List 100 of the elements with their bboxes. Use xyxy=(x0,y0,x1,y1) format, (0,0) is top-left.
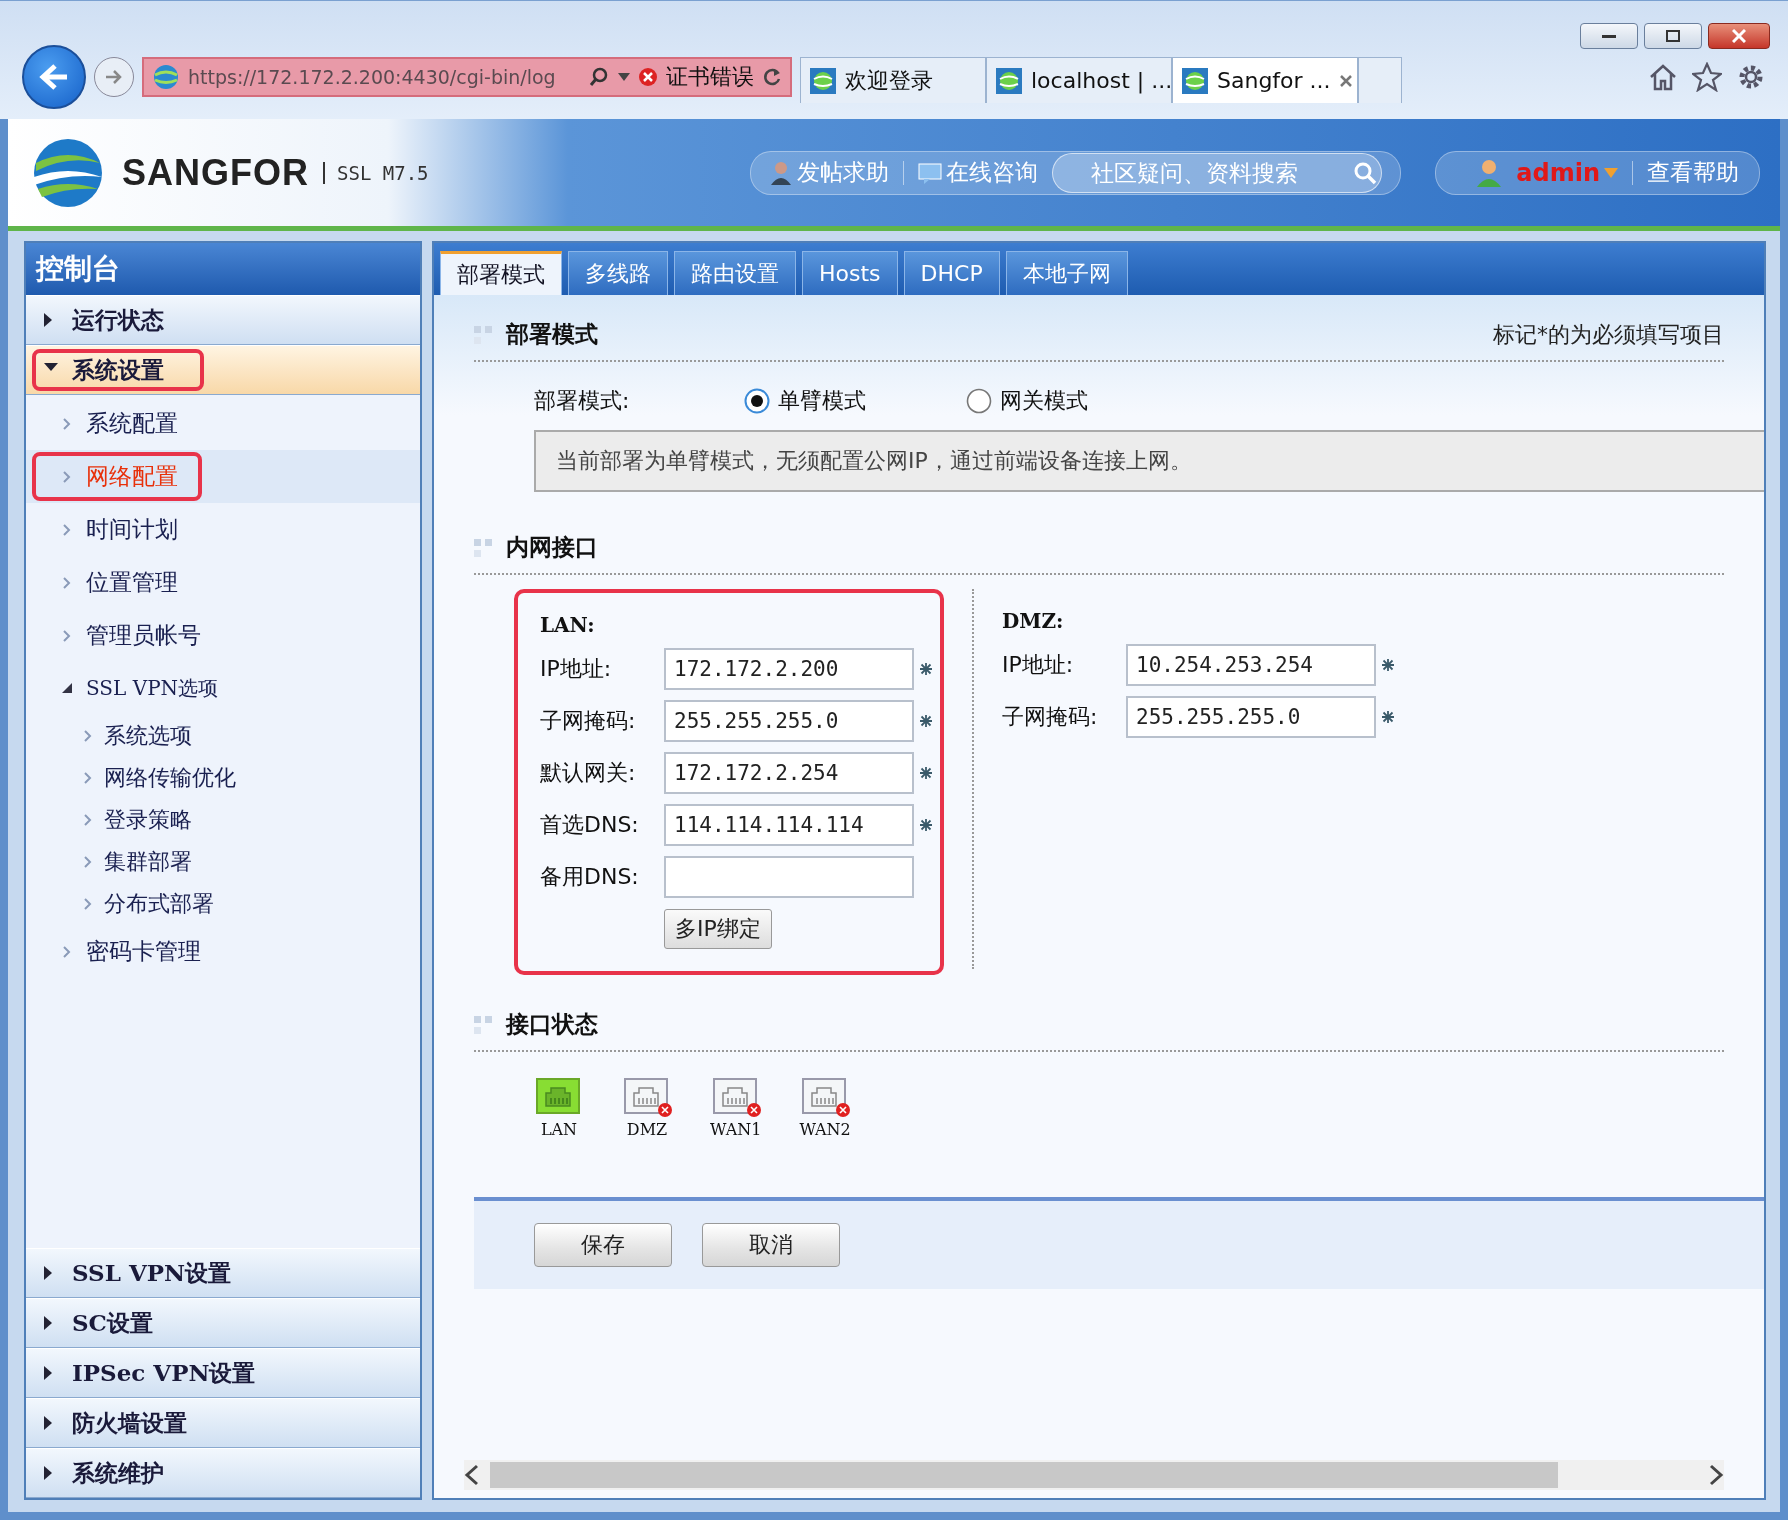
field-label: 默认网关: xyxy=(540,759,637,787)
sidebar-subitem[interactable]: 登录策略 xyxy=(26,799,420,841)
sidebar-subitem[interactable]: 系统选项 xyxy=(26,715,420,757)
chevron-right-icon[interactable] xyxy=(1708,1464,1724,1486)
input-field[interactable]: 255.255.255.0 xyxy=(1126,696,1376,738)
field-label: IP地址: xyxy=(1002,651,1075,679)
address-bar[interactable]: https://172.172.2.200:4430/cgi-bin/log 证书错误 xyxy=(142,57,792,97)
chevron-left-icon[interactable] xyxy=(464,1464,480,1486)
sidebar-title: 控制台 xyxy=(26,243,420,295)
browser-tab[interactable]: 欢迎登录 xyxy=(800,57,986,103)
forward-button[interactable] xyxy=(94,57,134,97)
certificate-error-link[interactable]: 证书错误 xyxy=(666,62,754,92)
sidebar-group[interactable]: SSL VPN设置 xyxy=(26,1248,420,1298)
sidebar-group[interactable]: 系统设置 xyxy=(26,345,420,395)
chevron-right-icon xyxy=(62,523,72,536)
chevron-right-icon xyxy=(84,898,92,910)
chevron-right-icon xyxy=(84,814,92,826)
sidebar-item[interactable]: 时间计划 xyxy=(26,505,420,554)
tab[interactable]: DHCP xyxy=(903,251,1000,295)
brand-name: SANGFOR xyxy=(122,151,309,194)
horizontal-scrollbar[interactable] xyxy=(464,1460,1724,1490)
close-icon xyxy=(1732,29,1746,43)
info-message: 当前部署为单臂模式，无须配置公网IP，通过前端设备连接上网。 xyxy=(534,430,1764,492)
chevron-right-icon xyxy=(62,576,72,589)
restore-icon xyxy=(1666,30,1680,42)
globe-icon xyxy=(809,66,837,95)
star-icon[interactable] xyxy=(1692,62,1722,92)
tab[interactable]: 本地子网 xyxy=(1005,251,1128,295)
caret-icon[interactable] xyxy=(618,73,630,81)
home-icon[interactable] xyxy=(1648,62,1678,92)
chevron-right-icon xyxy=(62,470,72,483)
tab[interactable]: Hosts xyxy=(802,251,898,295)
field-label: 备用DNS: xyxy=(540,863,640,891)
radio-unchecked-icon[interactable] xyxy=(966,388,992,414)
sidebar-group[interactable]: SC设置 xyxy=(26,1298,420,1348)
input-field[interactable] xyxy=(664,856,914,898)
port-label: LAN xyxy=(540,1120,578,1139)
multi-ip-binding-button[interactable]: 多IP绑定 xyxy=(664,909,772,949)
sidebar-group[interactable]: 系统维护 xyxy=(26,1448,420,1498)
input-field[interactable]: 114.114.114.114 xyxy=(664,804,914,846)
sidebar-subitem[interactable]: 集群部署 xyxy=(26,841,420,883)
save-button[interactable]: 保存 xyxy=(534,1223,672,1267)
radio-option[interactable]: 网关模式 xyxy=(966,386,1088,416)
cancel-button[interactable]: 取消 xyxy=(702,1223,840,1267)
search-field[interactable]: 社区疑问、资料搜索 xyxy=(1052,152,1383,193)
chevron-right-icon xyxy=(84,856,92,868)
person-icon xyxy=(769,160,794,185)
chevron-right-icon xyxy=(84,730,92,742)
caret-icon xyxy=(1604,167,1618,178)
input-field[interactable]: 255.255.255.0 xyxy=(664,700,914,742)
input-field[interactable]: 172.172.2.200 xyxy=(664,648,914,690)
restore-button[interactable] xyxy=(1644,23,1702,49)
help-link[interactable]: 查看帮助 xyxy=(1647,157,1739,188)
globe-icon xyxy=(995,66,1023,95)
tab[interactable]: 多线路 xyxy=(568,251,668,295)
section-bullet-icon xyxy=(474,538,492,557)
sidebar-item[interactable]: 位置管理 xyxy=(26,558,420,607)
radio-checked-icon[interactable] xyxy=(744,388,770,414)
minimize-button[interactable] xyxy=(1580,23,1638,49)
search-icon[interactable] xyxy=(588,66,610,88)
sidebar-group[interactable]: 防火墙设置 xyxy=(26,1398,420,1448)
user-icon xyxy=(1476,158,1503,187)
close-button[interactable] xyxy=(1708,23,1770,49)
browser-tab[interactable]: localhost | ... xyxy=(986,57,1172,103)
sidebar-item[interactable]: SSL VPN选项 xyxy=(26,664,420,713)
field-label: 子网掩码: xyxy=(540,707,637,735)
sidebar-subitem[interactable]: 分布式部署 xyxy=(26,883,420,925)
back-button[interactable] xyxy=(22,45,86,109)
chat-icon xyxy=(918,160,943,185)
sidebar-item[interactable]: 网络配置 xyxy=(32,452,202,501)
field-label: IP地址: xyxy=(540,655,613,683)
triangle-down-icon xyxy=(62,682,72,695)
section-bullet-icon xyxy=(474,325,492,344)
tab[interactable]: 部署模式 xyxy=(440,251,562,295)
required-note: 标记*的为必须填写项目 xyxy=(1493,320,1724,349)
browser-tab[interactable]: Sangfor ... xyxy=(1172,57,1358,103)
chevron-right-icon xyxy=(62,629,72,642)
globe-icon xyxy=(152,63,180,91)
chevron-right-icon xyxy=(62,945,72,958)
sidebar-item[interactable]: 密码卡管理 xyxy=(26,927,420,976)
tab[interactable]: 路由设置 xyxy=(674,251,796,295)
port-label: DMZ xyxy=(626,1120,668,1139)
minimize-icon xyxy=(1602,34,1616,38)
field-label: 子网掩码: xyxy=(1002,703,1099,731)
sidebar-item[interactable]: 系统配置 xyxy=(26,399,420,448)
radio-option[interactable]: 单臂模式 xyxy=(744,386,866,416)
globe-icon xyxy=(1181,66,1209,95)
sidebar-subitem[interactable]: 网络传输优化 xyxy=(26,757,420,799)
close-icon[interactable] xyxy=(1338,73,1353,88)
section-title: 部署模式 xyxy=(506,319,598,349)
section-title: 内网接口 xyxy=(506,532,598,562)
group-title: DMZ: xyxy=(1002,609,1065,635)
sidebar-group[interactable]: 运行状态 xyxy=(26,295,420,345)
field-label: 首选DNS: xyxy=(540,811,640,839)
sidebar-item[interactable]: 管理员帐号 xyxy=(26,611,420,660)
input-field[interactable]: 10.254.253.254 xyxy=(1126,644,1376,686)
refresh-icon[interactable] xyxy=(762,67,782,87)
section-title: 接口状态 xyxy=(506,1009,598,1039)
sidebar-group[interactable]: IPSec VPN设置 xyxy=(26,1348,420,1398)
input-field[interactable]: 172.172.2.254 xyxy=(664,752,914,794)
